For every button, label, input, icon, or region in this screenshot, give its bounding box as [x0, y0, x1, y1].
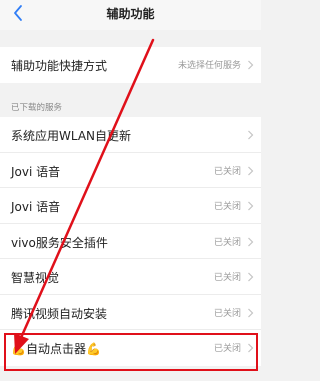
annotation-arrow-icon: [14, 38, 155, 354]
